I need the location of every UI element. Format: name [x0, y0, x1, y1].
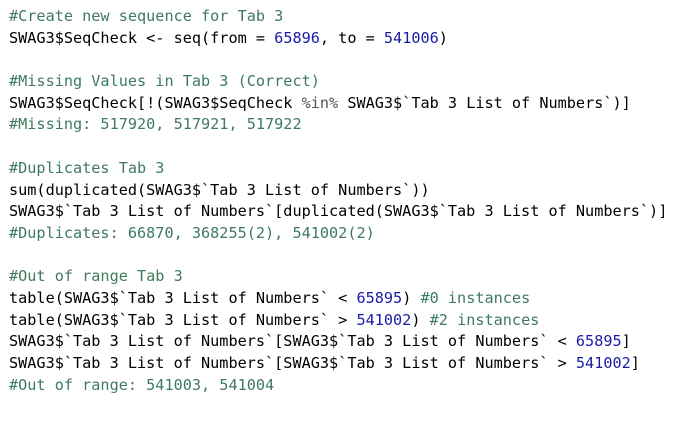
- code-token: ]: [621, 332, 631, 351]
- operator-token: %in%: [301, 93, 339, 112]
- code-line[interactable]: #Out of range Tab 3: [9, 266, 685, 288]
- code-token: table(SWAG3$`Tab 3 List of Numbers` <: [9, 288, 357, 307]
- code-line[interactable]: SWAG3$`Tab 3 List of Numbers`[duplicated…: [9, 201, 685, 223]
- code-comment: #2 instances: [429, 310, 540, 329]
- code-comment: #Missing: 517920, 517921, 517922: [9, 115, 302, 134]
- code-line[interactable]: table(SWAG3$`Tab 3 List of Numbers` < 65…: [9, 288, 685, 310]
- numeric-literal: 65895: [575, 332, 622, 351]
- code-comment: #Missing Values in Tab 3 (Correct): [9, 72, 320, 91]
- code-token: SWAG3$`Tab 3 List of Numbers`[duplicated…: [9, 202, 668, 221]
- numeric-literal: 541006: [383, 28, 439, 47]
- code-token: ): [438, 28, 448, 47]
- code-token: ): [411, 310, 430, 329]
- code-comment: #0 instances: [420, 288, 531, 307]
- code-token: SWAG3$SeqCheck <- seq(from =: [9, 28, 275, 47]
- code-comment: #Duplicates: 66870, 368255(2), 541002(2): [9, 223, 375, 242]
- code-token: ): [402, 288, 421, 307]
- code-line[interactable]: #Missing Values in Tab 3 (Correct): [9, 71, 685, 93]
- numeric-literal: 541002: [356, 310, 412, 329]
- numeric-literal: 65895: [356, 288, 403, 307]
- code-comment: #Create new sequence for Tab 3: [9, 7, 284, 25]
- code-line[interactable]: SWAG3$SeqCheck <- seq(from = 65896, to =…: [9, 28, 685, 50]
- code-token: sum(duplicated(SWAG3$`Tab 3 List of Numb…: [9, 180, 430, 199]
- code-line[interactable]: SWAG3$`Tab 3 List of Numbers`[SWAG3$`Tab…: [9, 331, 685, 353]
- numeric-literal: 541002: [575, 354, 631, 372]
- code-line[interactable]: #Missing: 517920, 517921, 517922: [9, 114, 685, 136]
- blank-line[interactable]: [9, 49, 685, 71]
- code-line[interactable]: #Create new sequence for Tab 3: [9, 6, 685, 28]
- code-line[interactable]: SWAG3$SeqCheck[!(SWAG3$SeqCheck %in% SWA…: [9, 93, 685, 115]
- code-comment: #Duplicates Tab 3: [9, 158, 165, 177]
- code-token: SWAG3$`Tab 3 List of Numbers`)]: [338, 93, 631, 112]
- code-line[interactable]: #Duplicates Tab 3: [9, 158, 685, 180]
- code-editor[interactable]: #Create new sequence for Tab 3 SWAG3$SeqC…: [9, 6, 685, 396]
- numeric-literal: 65896: [274, 28, 320, 47]
- code-line[interactable]: SWAG3$`Tab 3 List of Numbers`[SWAG3$`Tab…: [9, 353, 685, 375]
- blank-line[interactable]: [9, 245, 685, 267]
- code-comment: #Out of range: 541003, 541004: [9, 375, 275, 394]
- code-token: ]: [630, 354, 640, 372]
- code-token: SWAG3$SeqCheck[!(SWAG3$SeqCheck: [9, 93, 302, 112]
- blank-line[interactable]: [9, 136, 685, 158]
- code-token: SWAG3$`Tab 3 List of Numbers`[SWAG3$`Tab…: [9, 354, 576, 372]
- code-line[interactable]: #Out of range: 541003, 541004: [9, 375, 685, 397]
- code-comment: #Out of range Tab 3: [9, 267, 183, 286]
- code-line[interactable]: sum(duplicated(SWAG3$`Tab 3 List of Numb…: [9, 180, 685, 202]
- code-token: SWAG3$`Tab 3 List of Numbers`[SWAG3$`Tab…: [9, 332, 576, 351]
- code-token: table(SWAG3$`Tab 3 List of Numbers` >: [9, 310, 357, 329]
- code-line[interactable]: #Duplicates: 66870, 368255(2), 541002(2): [9, 223, 685, 245]
- code-token: , to =: [319, 28, 384, 47]
- code-line[interactable]: table(SWAG3$`Tab 3 List of Numbers` > 54…: [9, 310, 685, 332]
